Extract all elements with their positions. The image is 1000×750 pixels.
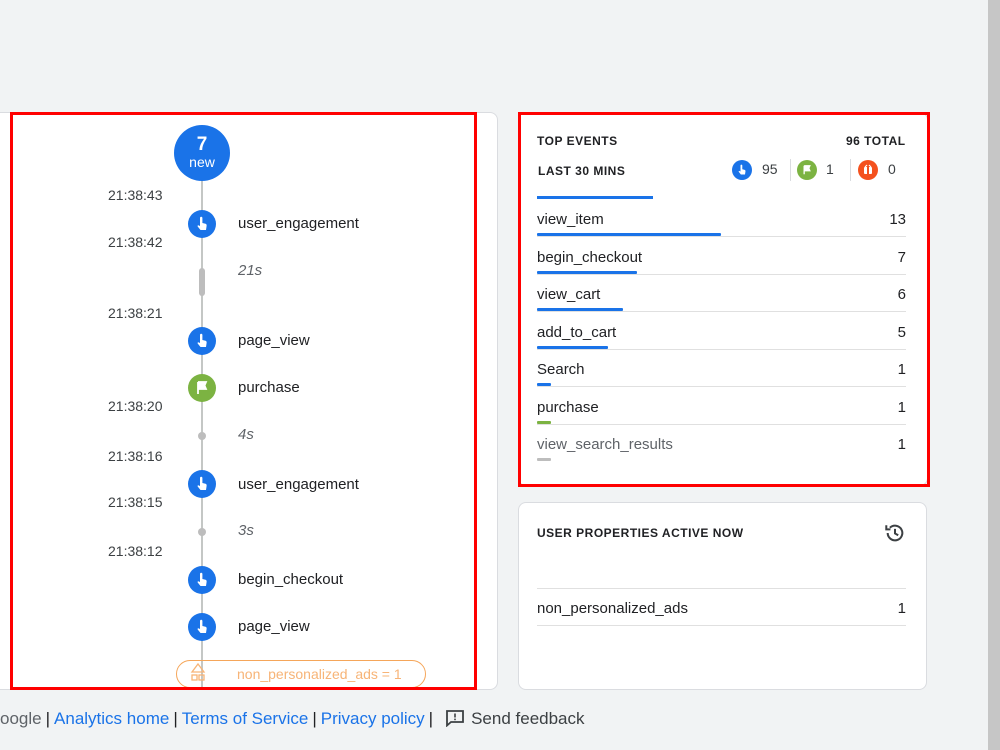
footer-separator: | (428, 709, 434, 728)
row-divider (537, 423, 906, 425)
privacy-link[interactable]: Privacy policy (321, 709, 425, 728)
row-divider (537, 236, 906, 237)
top-event-count: 1 (897, 361, 906, 378)
error-count: 0 (888, 161, 896, 177)
touch-icon[interactable] (188, 210, 216, 238)
top-event-name[interactable]: view_item (537, 211, 604, 228)
footer-separator: | (173, 709, 178, 728)
timestamp: 21:38:20 (108, 398, 163, 414)
top-event-name[interactable]: add_to_cart (537, 324, 616, 341)
error-icon[interactable] (858, 160, 878, 180)
timeline-event-name[interactable]: page_view (238, 332, 310, 349)
row-divider (537, 588, 906, 589)
timeline-event-name[interactable]: user_engagement (238, 476, 359, 493)
timestamp: 21:38:15 (108, 494, 163, 510)
timestamp: 21:38:16 (108, 448, 163, 464)
timeline-gap-marker (199, 268, 205, 296)
row-divider (537, 311, 906, 312)
count-divider (790, 159, 791, 181)
touch-icon[interactable] (188, 566, 216, 594)
page-scrollbar[interactable] (988, 0, 1000, 750)
timeline-gap-duration: 4s (238, 426, 254, 443)
user-property-value: 1 (897, 600, 906, 617)
flag-icon[interactable] (188, 374, 216, 402)
event-count: 95 (762, 161, 778, 177)
timeline-gap-marker (198, 432, 206, 440)
timeline-gap-duration: 21s (238, 262, 263, 279)
terms-link[interactable]: Terms of Service (182, 709, 309, 728)
top-event-name[interactable]: begin_checkout (537, 249, 642, 266)
conversion-count: 1 (826, 161, 834, 177)
row-divider (537, 348, 906, 350)
new-events-count: 7 (196, 134, 208, 155)
top-event-count: 13 (889, 211, 906, 228)
timeline-event-name[interactable]: purchase (238, 379, 300, 396)
top-events-title: TOP EVENTS (537, 134, 618, 148)
touch-icon[interactable] (732, 160, 752, 180)
footer: oogle | Analytics home | Terms of Service | Pr… (0, 709, 585, 732)
row-divider (537, 625, 906, 626)
tab-active-indicator (537, 196, 653, 199)
feedback-icon[interactable] (445, 709, 465, 732)
top-event-count: 7 (897, 248, 906, 266)
row-divider (537, 273, 906, 275)
tab-last-30-mins[interactable]: LAST 30 MINS (538, 164, 625, 178)
event-timeline-card (0, 112, 498, 690)
top-events-total: 96 TOTAL (846, 134, 906, 148)
user-property-name[interactable]: non_personalized_ads (537, 600, 688, 617)
footer-google: oogle (0, 709, 42, 728)
top-event-count: 1 (897, 436, 906, 453)
history-icon[interactable] (884, 522, 906, 549)
timestamp: 21:38:42 (108, 234, 163, 250)
timeline-gap-duration: 3s (238, 522, 254, 539)
user-property-icon (190, 662, 206, 687)
footer-separator: | (312, 709, 317, 728)
new-events-badge[interactable]: 7 new (174, 125, 230, 181)
timeline-event-name[interactable]: begin_checkout (238, 571, 343, 588)
top-event-count: 5 (897, 323, 906, 341)
touch-icon[interactable] (188, 470, 216, 498)
top-event-name[interactable]: Search (537, 361, 585, 378)
timeline-gap-marker (198, 528, 206, 536)
top-event-share-bar (537, 458, 551, 461)
user-properties-title: USER PROPERTIES ACTIVE NOW (537, 526, 744, 540)
top-event-name[interactable]: view_search_results (537, 436, 673, 453)
top-event-count: 6 (897, 286, 906, 303)
analytics-home-link[interactable]: Analytics home (54, 709, 169, 728)
top-event-count: 1 (897, 398, 906, 416)
touch-icon[interactable] (188, 613, 216, 641)
timestamp: 21:38:21 (108, 305, 163, 321)
footer-separator: | (45, 709, 51, 728)
timestamp: 21:38:43 (108, 187, 163, 203)
timestamp: 21:38:12 (108, 543, 163, 559)
flag-icon[interactable] (797, 160, 817, 180)
user-property-pill[interactable]: non_personalized_ads = 1 (176, 660, 426, 688)
top-event-name[interactable]: view_cart (537, 286, 600, 303)
count-divider (850, 159, 851, 181)
row-divider (537, 386, 906, 387)
send-feedback-link[interactable]: Send feedback (471, 709, 584, 728)
timeline-event-name[interactable]: page_view (238, 618, 310, 635)
top-event-name[interactable]: purchase (537, 399, 599, 416)
new-events-label: new (189, 154, 215, 170)
timeline-event-name[interactable]: user_engagement (238, 215, 359, 232)
touch-icon[interactable] (188, 327, 216, 355)
